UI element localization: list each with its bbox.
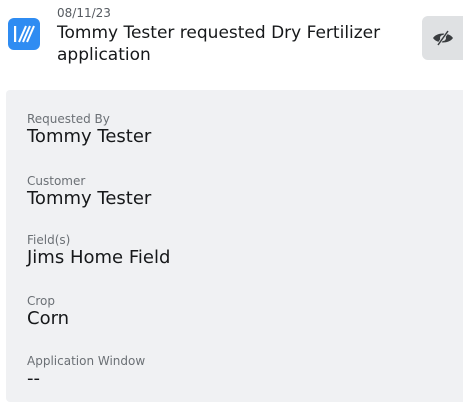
customer-value: Tommy Tester xyxy=(27,188,152,209)
crop-field: Crop Corn xyxy=(27,294,69,330)
request-date: 08/11/23 xyxy=(57,6,111,20)
fields-label: Field(s) xyxy=(27,233,71,247)
requested-by-field: Requested By Tommy Tester xyxy=(27,112,151,148)
request-card: 08/11/23 Tommy Tester requested Dry Fert… xyxy=(0,0,463,410)
crop-value: Corn xyxy=(27,308,70,329)
fields-value: Jims Home Field xyxy=(27,247,171,268)
crop-label: Crop xyxy=(27,294,56,308)
fields-field: Field(s) Jims Home Field xyxy=(27,233,170,269)
hide-button[interactable] xyxy=(422,16,463,60)
application-window-label: Application Window xyxy=(27,354,146,368)
requested-by-value: Tommy Tester xyxy=(27,126,152,147)
customer-field: Customer Tommy Tester xyxy=(27,174,151,210)
request-details-panel: Requested By Tommy Tester Customer Tommy… xyxy=(6,90,463,402)
request-title: Tommy Tester requested Dry Fertilizer ap… xyxy=(57,23,381,65)
request-header: 08/11/23 Tommy Tester requested Dry Fert… xyxy=(0,0,463,80)
application-window-value: -- xyxy=(27,368,40,389)
eye-slash-icon xyxy=(432,30,453,46)
customer-label: Customer xyxy=(27,174,86,188)
stripes-icon xyxy=(8,18,40,50)
requested-by-label: Requested By xyxy=(27,112,110,126)
application-window-field: Application Window -- xyxy=(27,354,145,390)
